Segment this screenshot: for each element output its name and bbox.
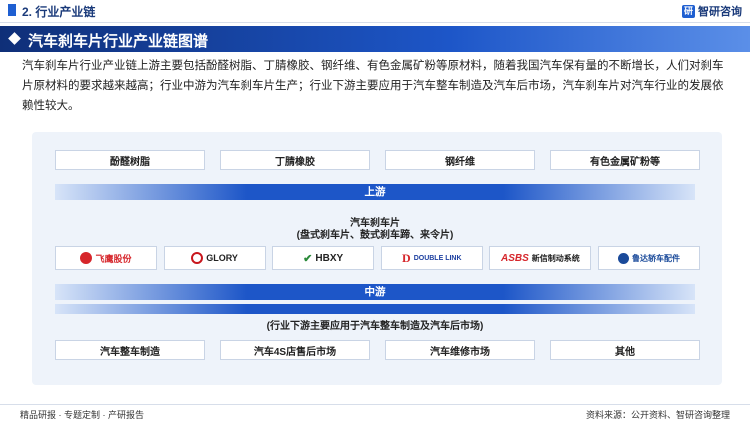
company-name: DOUBLE LINK (413, 254, 462, 262)
company-name: 新信制动系统 (531, 253, 580, 263)
company-name: 鲁达轿车配件 (631, 253, 680, 263)
title-banner: 汽车刹车片行业产业链图谱 (0, 26, 750, 52)
upstream-item: 酚醛树脂 (55, 150, 205, 170)
company-card: 鲁达轿车配件 (597, 246, 700, 270)
company-card: GLORY (163, 246, 266, 270)
upstream-label: 上游 (55, 184, 695, 200)
doublelink-logo-icon: D (402, 250, 411, 265)
upstream-item: 有色金属矿粉等 (550, 150, 700, 170)
company-card: ✔ HBXY (272, 246, 375, 270)
top-bar: 2. 行业产业链 研 智研咨询 (0, 0, 750, 23)
company-card: 飞鹰股份 (55, 246, 157, 270)
brand-logo[interactable]: 研 智研咨询 (682, 3, 742, 19)
glory-logo-icon (191, 252, 204, 264)
footer-tagline: 精品研报 · 专题定制 · 产研报告 (20, 410, 144, 420)
page-title: 汽车刹车片行业产业链图谱 (28, 33, 209, 50)
diamond-icon (8, 32, 21, 45)
downstream-title: (行业下游主要应用于汽车整车制造及汽车后市场) (266, 321, 484, 332)
brand-name: 智研咨询 (698, 6, 742, 18)
data-source: 资料来源：公开资料、智研咨询整理 (585, 410, 730, 420)
downstream-row: 汽车整车制造 汽车4S店售后市场 汽车维修市场 其他 (55, 340, 700, 360)
downstream-item: 汽车维修市场 (385, 340, 535, 360)
logo-icon: 研 (682, 4, 695, 18)
downstream-divider (55, 304, 695, 314)
section-title: 2. 行业产业链 (22, 5, 96, 19)
midstream-title: 汽车刹车片 (350, 218, 400, 229)
intro-paragraph: 汽车刹车片行业产业链上游主要包括酚醛树脂、丁腈橡胶、钢纤维、有色金属矿粉等原材料… (22, 60, 724, 112)
company-name: 飞鹰股份 (95, 253, 132, 264)
hbxy-logo-icon: ✔ (303, 252, 313, 265)
company-card: ASBS 新信制动系统 (489, 246, 592, 270)
upstream-item: 丁腈橡胶 (220, 150, 370, 170)
midstream-subtitle: (盘式刹车片、鼓式刹车蹄、来令片) (296, 230, 454, 241)
upstream-row: 酚醛树脂 丁腈橡胶 钢纤维 有色金属矿粉等 (55, 150, 700, 170)
downstream-item: 汽车整车制造 (55, 340, 205, 360)
company-name: GLORY (206, 253, 238, 263)
footer: 精品研报 · 专题定制 · 产研报告 资料来源：公开资料、智研咨询整理 (0, 404, 750, 421)
luda-logo-icon (617, 252, 629, 264)
asbs-logo-icon: ASBS (500, 252, 529, 264)
downstream-item: 汽车4S店售后市场 (220, 340, 370, 360)
company-card: D DOUBLE LINK (380, 246, 483, 270)
downstream-item: 其他 (550, 340, 700, 360)
midstream-companies: 飞鹰股份 GLORY ✔ HBXY D DOUBLE LINK ASBS 新信制… (55, 246, 700, 270)
feiying-logo-icon (80, 252, 93, 264)
section-marker (8, 4, 16, 16)
upstream-item: 钢纤维 (385, 150, 535, 170)
midstream-label: 中游 (55, 284, 695, 300)
company-name: HBXY (315, 252, 344, 264)
